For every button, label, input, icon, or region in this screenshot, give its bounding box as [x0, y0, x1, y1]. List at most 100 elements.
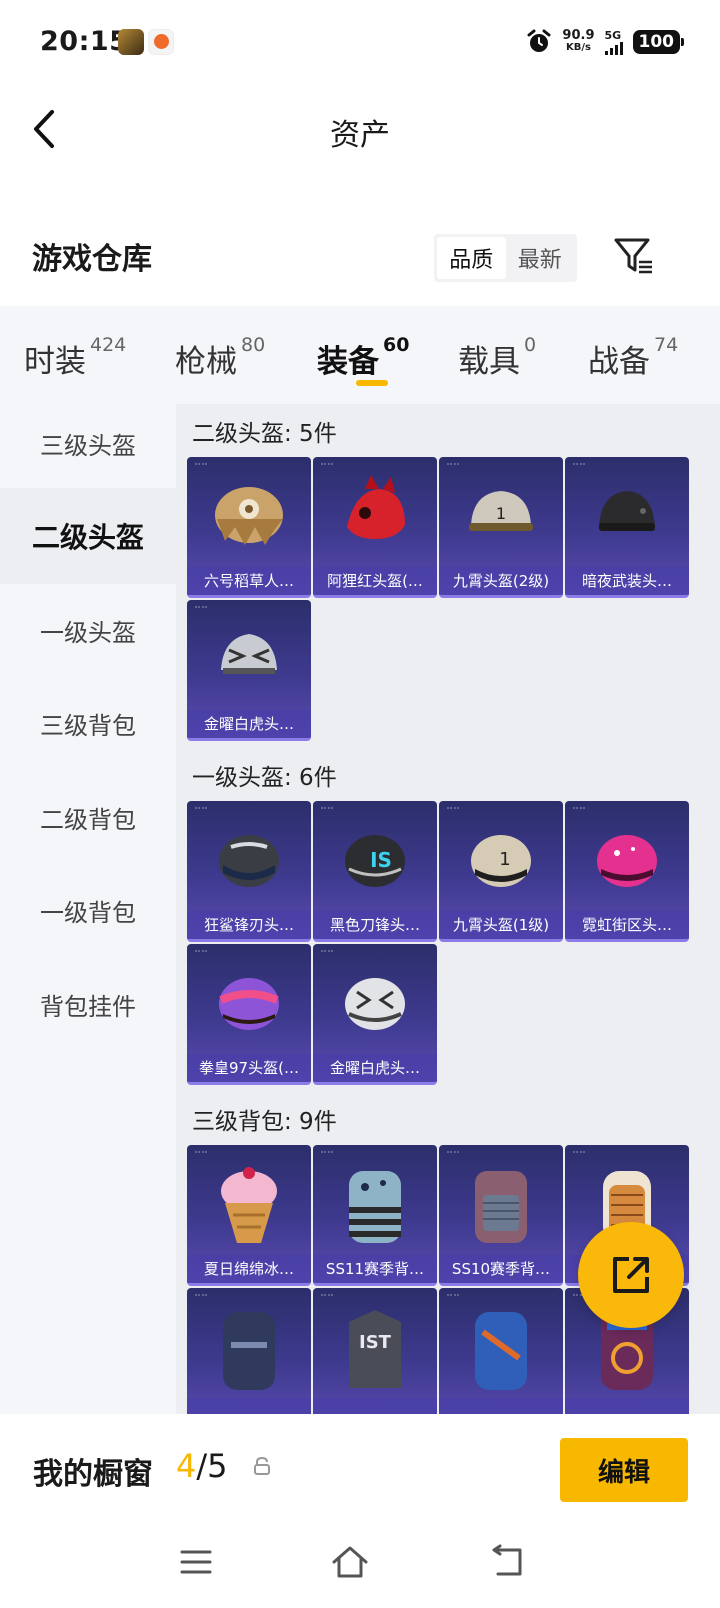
- svg-text:1: 1: [496, 504, 506, 523]
- item-card[interactable]: 金曜白虎头…: [313, 944, 437, 1085]
- item-card[interactable]: 暗夜武装头…: [565, 457, 689, 598]
- lock-icon: [254, 1456, 270, 1475]
- item-name: SS11赛季背…: [313, 1255, 437, 1283]
- filter-icon[interactable]: [612, 234, 656, 278]
- item-card[interactable]: 霓虹街区头…: [565, 801, 689, 942]
- menu-icon[interactable]: [176, 1542, 216, 1582]
- subcategory-sidebar: 三级头盔 二级头盔 一级头盔 三级背包 二级背包 一级背包 背包挂件: [0, 404, 176, 1414]
- item-card[interactable]: SS10赛季背…: [439, 1145, 563, 1286]
- item-card[interactable]: [187, 1288, 311, 1414]
- tab-count: 0: [524, 334, 537, 356]
- group-title-level2-helmet: 二级头盔: 5件: [192, 421, 337, 447]
- status-indicators: 90.9 KB/s 5G 100: [526, 27, 684, 57]
- tab-count: 80: [241, 334, 266, 356]
- item-card[interactable]: 夏日绵绵冰…: [187, 1145, 311, 1286]
- svg-text:IS: IS: [370, 848, 392, 872]
- sidebar-item-level3-backpack[interactable]: 三级背包: [0, 675, 176, 771]
- kof97-helmet-icon: [219, 978, 279, 1030]
- tab-fashion[interactable]: 时装 424: [24, 334, 127, 381]
- item-card[interactable]: 拳皇97头盔(…: [187, 944, 311, 1085]
- battery-indicator: 100: [632, 30, 684, 54]
- share-button[interactable]: [578, 1222, 684, 1328]
- item-card[interactable]: 六号稻草人…: [187, 457, 311, 598]
- showcase-count: 4/5: [176, 1447, 228, 1485]
- signal-indicator: 5G: [604, 28, 623, 55]
- dark-backpack-icon: [223, 1312, 275, 1390]
- back-nav-icon[interactable]: [488, 1542, 528, 1582]
- svg-text:1: 1: [499, 849, 510, 870]
- tab-count: 424: [90, 334, 127, 356]
- ss10-backpack-icon: [475, 1171, 527, 1243]
- item-card[interactable]: 阿狸红头盔(…: [313, 457, 437, 598]
- item-card[interactable]: IST: [313, 1288, 437, 1414]
- sort-by-quality[interactable]: 品质: [437, 237, 506, 279]
- jiuxiao-helmet-icon: 1: [469, 491, 533, 531]
- sidebar-item-level2-helmet[interactable]: 二级头盔: [0, 488, 176, 584]
- tab-weapons[interactable]: 枪械 80: [175, 334, 266, 381]
- ice-cream-backpack-icon: [221, 1167, 277, 1243]
- tab-equipment[interactable]: 装备 60: [317, 334, 410, 381]
- notification-app-icon: [148, 29, 174, 55]
- share-icon: [613, 1257, 649, 1293]
- item-card[interactable]: [439, 1288, 563, 1414]
- red-fox-helmet-icon: [347, 475, 405, 539]
- ist-backpack-icon: IST: [349, 1310, 401, 1388]
- item-name: [565, 1398, 689, 1414]
- tab-vehicles[interactable]: 载具 0: [458, 334, 537, 381]
- item-card[interactable]: 1 九霄头盔(2级): [439, 457, 563, 598]
- warehouse-title: 游戏仓库: [32, 242, 152, 277]
- dark-armor-helmet-icon: [599, 491, 655, 531]
- item-name: 九霄头盔(1级): [439, 911, 563, 939]
- group-title-level1-helmet: 一级头盔: 6件: [192, 765, 337, 791]
- item-card[interactable]: 金曜白虎头…: [187, 600, 311, 741]
- net-speed: 90.9 KB/s: [562, 29, 594, 54]
- tab-label: 载具: [458, 344, 520, 380]
- item-name: 六号稻草人…: [187, 567, 311, 595]
- neon-street-helmet-icon: [597, 835, 657, 887]
- item-name: 夏日绵绵冰…: [187, 1255, 311, 1283]
- item-name: [187, 1398, 311, 1414]
- tab-count: 60: [383, 334, 410, 356]
- tab-label: 时装: [24, 344, 86, 380]
- item-name: [313, 1398, 437, 1414]
- sort-by-newest[interactable]: 最新: [506, 237, 575, 279]
- item-card[interactable]: SS11赛季背…: [313, 1145, 437, 1286]
- tab-supplies[interactable]: 战备 74: [588, 334, 679, 381]
- system-nav-bar: [0, 1524, 720, 1608]
- item-name: [439, 1398, 563, 1414]
- sort-toggle: 品质 最新: [434, 234, 577, 282]
- status-time: 20:15: [40, 26, 129, 57]
- edit-button[interactable]: 编辑: [560, 1438, 688, 1502]
- sidebar-item-level2-backpack[interactable]: 二级背包: [0, 769, 176, 865]
- tab-label: 枪械: [175, 344, 237, 380]
- tab-label: 装备: [317, 344, 379, 380]
- home-icon[interactable]: [330, 1542, 370, 1582]
- net-speed-unit: KB/s: [565, 42, 591, 53]
- blue-backpack-icon: [475, 1312, 527, 1390]
- sidebar-item-backpack-charm[interactable]: 背包挂件: [0, 956, 176, 1052]
- item-name: 暗夜武装头…: [565, 567, 689, 595]
- sidebar-item-level3-helmet[interactable]: 三级头盔: [0, 395, 176, 491]
- active-tab-indicator: [356, 380, 388, 386]
- item-name: 霓虹街区头…: [565, 911, 689, 939]
- sidebar-item-level1-backpack[interactable]: 一级背包: [0, 862, 176, 958]
- tab-count: 74: [654, 334, 679, 356]
- signal-bars-icon: [604, 41, 623, 55]
- network-type: 5G: [604, 28, 622, 42]
- item-name: 拳皇97头盔(…: [187, 1054, 311, 1082]
- jiuxiao-helmet-level1-icon: 1: [471, 835, 531, 887]
- item-name: 金曜白虎头…: [187, 710, 311, 738]
- item-card[interactable]: IS 黑色刀锋头…: [313, 801, 437, 942]
- alarm-icon: [527, 29, 551, 52]
- group-title-level3-backpack: 三级背包: 9件: [192, 1109, 337, 1135]
- svg-text:IST: IST: [359, 1332, 392, 1353]
- ss11-backpack-icon: [349, 1171, 401, 1243]
- item-name: 金曜白虎头…: [313, 1054, 437, 1082]
- sidebar-item-level1-helmet[interactable]: 一级头盔: [0, 582, 176, 678]
- item-card[interactable]: 狂鲨锋刃头…: [187, 801, 311, 942]
- scarecrow-helmet-icon: [215, 487, 283, 545]
- game-app-icon: [118, 29, 144, 55]
- showcase-label: 我的橱窗: [33, 1457, 153, 1492]
- item-name: 黑色刀锋头…: [313, 911, 437, 939]
- item-card[interactable]: 1 九霄头盔(1级): [439, 801, 563, 942]
